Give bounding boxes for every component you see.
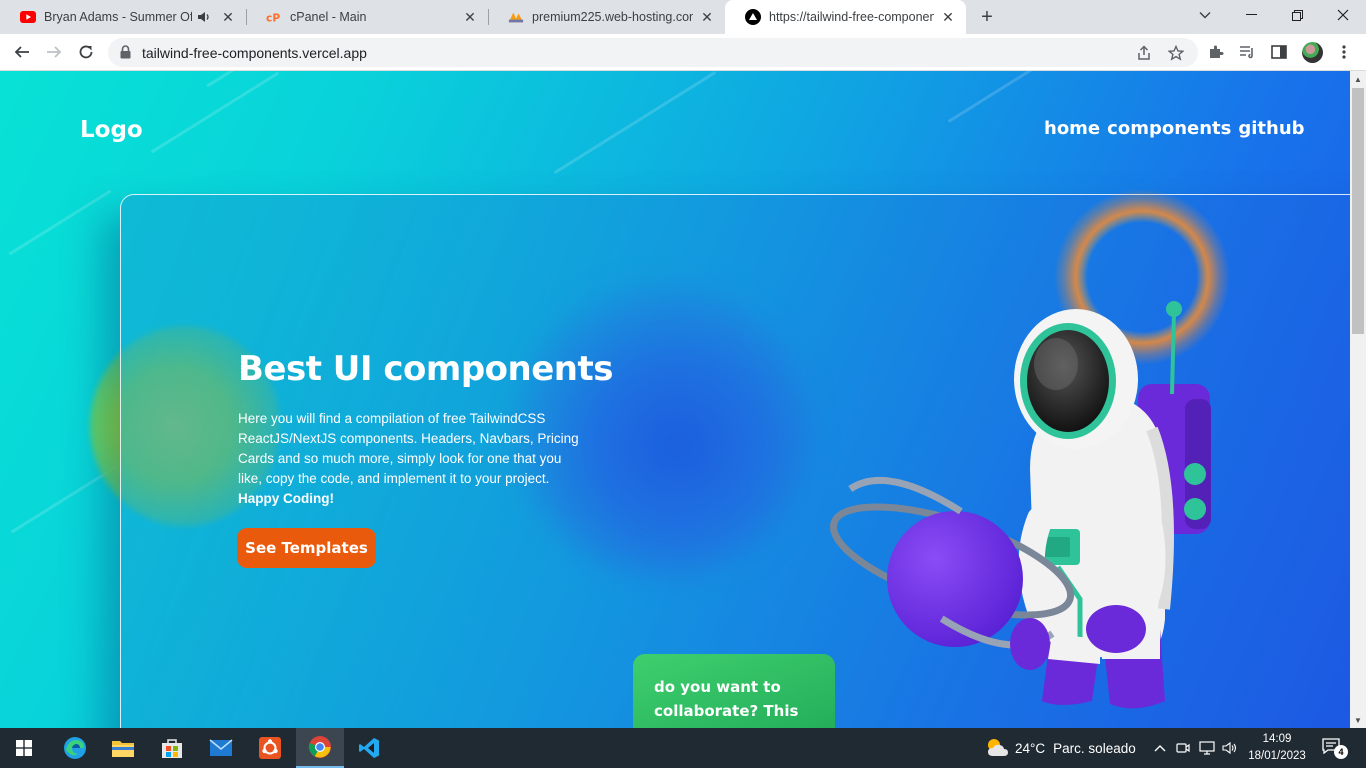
restore-button[interactable] — [1274, 0, 1320, 30]
tab-cpanel[interactable]: cP cPanel - Main ✕ — [246, 0, 488, 34]
volume-icon[interactable] — [1221, 739, 1239, 757]
page-viewport: Logo home components github Best UI comp… — [0, 71, 1350, 728]
cpanel-icon: cP — [266, 9, 282, 25]
nav-components-link[interactable]: components — [1107, 118, 1231, 139]
hero-title: Best UI components — [238, 349, 614, 389]
side-panel-icon[interactable] — [1269, 42, 1289, 62]
decor-streak — [947, 71, 1043, 123]
clock-time: 14:09 — [1262, 733, 1292, 745]
ubuntu-icon[interactable] — [246, 728, 294, 768]
scroll-down-arrow-icon[interactable]: ▼ — [1350, 712, 1366, 728]
reading-list-icon[interactable] — [1237, 42, 1257, 62]
extensions-puzzle-icon[interactable] — [1206, 42, 1226, 62]
weather-condition: Parc. soleado — [1053, 741, 1136, 756]
windows-start-icon[interactable] — [0, 728, 48, 768]
clock-date: 18/01/2023 — [1248, 750, 1306, 762]
close-icon[interactable]: ✕ — [940, 9, 956, 25]
system-clock[interactable]: 14:09 18/01/2023 — [1242, 731, 1312, 765]
windows-taskbar: 24°C Parc. soleado 14:09 18/01/2023 4 — [0, 728, 1366, 768]
url-text: tailwind-free-components.vercel.app — [142, 45, 367, 61]
meet-now-icon[interactable] — [1174, 739, 1192, 757]
network-icon[interactable] — [1198, 739, 1216, 757]
close-window-button[interactable] — [1320, 0, 1366, 30]
lock-icon[interactable] — [120, 45, 131, 64]
scroll-thumb[interactable] — [1352, 88, 1364, 334]
profile-avatar[interactable] — [1302, 42, 1323, 63]
decor-streak — [8, 189, 112, 256]
youtube-icon — [20, 9, 36, 25]
notification-center-icon[interactable]: 4 — [1322, 738, 1348, 759]
close-icon[interactable]: ✕ — [220, 9, 236, 25]
vscode-icon[interactable] — [345, 728, 393, 768]
browser-toolbar: tailwind-free-components.vercel.app — [0, 34, 1366, 71]
bookmark-star-icon[interactable] — [1167, 44, 1185, 62]
tab-youtube[interactable]: Bryan Adams - Summer Of '69 ✕ — [0, 0, 246, 34]
scroll-up-arrow-icon[interactable]: ▲ — [1350, 71, 1366, 87]
share-icon[interactable] — [1135, 44, 1153, 62]
see-templates-button[interactable]: See Templates — [237, 528, 376, 568]
svg-text:cP: cP — [266, 11, 280, 23]
tab-title: premium225.web-hosting.com / localhost — [532, 10, 693, 24]
nav-github-link[interactable]: github — [1238, 118, 1304, 139]
edge-browser-icon[interactable] — [51, 728, 99, 768]
decor-streak — [553, 71, 717, 175]
tab-title: Bryan Adams - Summer Of '69 — [44, 10, 192, 24]
tab-title: https://tailwind-free-components.vercel.… — [769, 10, 934, 24]
astronaut-illustration — [830, 189, 1230, 709]
tab-phpmyadmin[interactable]: premium225.web-hosting.com / localhost ✕ — [488, 0, 725, 34]
weather-temperature: 24°C — [1015, 741, 1046, 756]
microsoft-store-icon[interactable] — [148, 728, 196, 768]
chrome-icon[interactable] — [296, 728, 344, 768]
close-icon[interactable]: ✕ — [699, 9, 715, 25]
audio-playing-icon[interactable] — [196, 9, 212, 25]
collaborate-card[interactable]: do you want to collaborate? This is — [633, 654, 835, 728]
site-logo[interactable]: Logo — [80, 117, 143, 143]
hero-description: Here you will find a compilation of free… — [238, 409, 583, 509]
browser-tabstrip: Bryan Adams - Summer Of '69 ✕ cP cPanel … — [0, 0, 1366, 34]
new-tab-button[interactable]: + — [976, 6, 998, 28]
vercel-icon — [745, 9, 761, 25]
phpmyadmin-icon — [508, 9, 524, 25]
reload-button[interactable] — [72, 38, 100, 66]
tab-search-chevron-icon[interactable] — [1182, 0, 1228, 30]
partly-sunny-icon — [985, 736, 1009, 761]
nav-home-link[interactable]: home — [1044, 118, 1100, 139]
show-hidden-icons-chevron-icon[interactable] — [1151, 739, 1169, 757]
back-button[interactable] — [8, 38, 36, 66]
more-menu-icon[interactable] — [1334, 42, 1354, 62]
file-explorer-icon[interactable] — [99, 728, 147, 768]
page-scrollbar[interactable]: ▲ ▼ — [1350, 71, 1366, 728]
decor-streak — [150, 71, 280, 154]
hero-happy-coding: Happy Coding! — [238, 491, 334, 506]
forward-button[interactable] — [40, 38, 68, 66]
tab-tailwind-components[interactable]: https://tailwind-free-components.vercel.… — [725, 0, 966, 34]
tab-title: cPanel - Main — [290, 10, 367, 24]
top-nav: home components github — [1044, 118, 1305, 139]
address-bar[interactable]: tailwind-free-components.vercel.app — [108, 38, 1198, 67]
mail-icon[interactable] — [197, 728, 245, 768]
minimize-button[interactable] — [1228, 0, 1274, 30]
notification-count: 4 — [1334, 745, 1348, 759]
hero-description-text: Here you will find a compilation of free… — [238, 411, 579, 486]
close-icon[interactable]: ✕ — [462, 9, 478, 25]
weather-widget[interactable]: 24°C Parc. soleado — [985, 736, 1136, 761]
